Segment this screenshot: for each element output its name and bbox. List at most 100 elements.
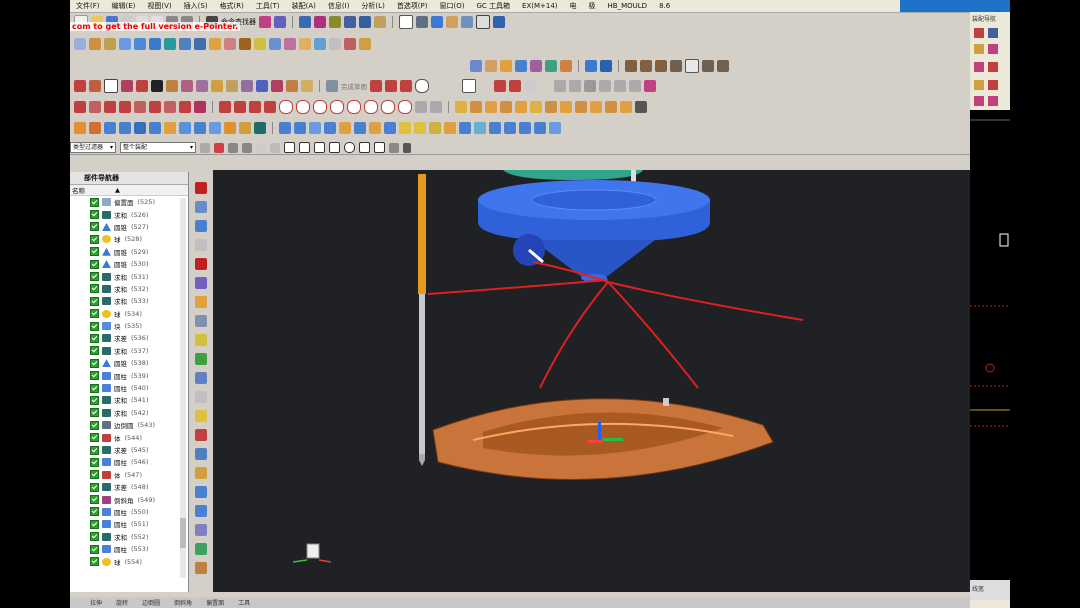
- feature-tree-row[interactable]: 求和 (526): [70, 208, 188, 220]
- visibility-checkbox[interactable]: [90, 259, 99, 269]
- feature-tree-row[interactable]: 求和 (537): [70, 345, 188, 357]
- visibility-checkbox[interactable]: [90, 507, 99, 517]
- status-tab[interactable]: 边倒圆: [142, 598, 160, 607]
- part-nav-icon[interactable]: [195, 220, 207, 232]
- process-studio-icon[interactable]: [195, 334, 207, 346]
- feature-tree-row[interactable]: 求和 (541): [70, 394, 188, 406]
- status-tab[interactable]: 旋转: [116, 598, 128, 607]
- check-icon[interactable]: [195, 353, 207, 365]
- feature-tree-row[interactable]: 边倒圆 (543): [70, 419, 188, 431]
- visibility-checkbox[interactable]: [90, 371, 99, 381]
- play-icon[interactable]: [344, 16, 356, 28]
- history-icon[interactable]: [195, 296, 207, 308]
- standard-parts-icon[interactable]: [195, 486, 207, 498]
- reuse-library-icon[interactable]: [195, 239, 207, 251]
- status-tab[interactable]: 偏置面: [206, 598, 224, 607]
- menu-item[interactable]: 文件(F): [70, 1, 106, 11]
- feature-tree-row[interactable]: 求差 (548): [70, 481, 188, 493]
- feature-tree-row[interactable]: 求差 (545): [70, 444, 188, 456]
- layer-icon[interactable]: [299, 16, 311, 28]
- menu-item[interactable]: 电: [564, 1, 583, 11]
- visibility-checkbox[interactable]: [90, 470, 99, 480]
- menu-item[interactable]: 窗口(O): [434, 1, 471, 11]
- visibility-checkbox[interactable]: [90, 346, 99, 356]
- visibility-checkbox[interactable]: [90, 272, 99, 282]
- visibility-checkbox[interactable]: [90, 445, 99, 455]
- feature-tree-row[interactable]: 倒斜角 (549): [70, 493, 188, 505]
- render-icon[interactable]: [461, 16, 473, 28]
- visibility-checkbox[interactable]: [90, 234, 99, 244]
- menu-item[interactable]: 8.6: [653, 2, 676, 10]
- feature-tree-row[interactable]: 球 (528): [70, 233, 188, 245]
- feature-tree-row[interactable]: 球 (554): [70, 555, 188, 567]
- visibility-checkbox[interactable]: [90, 222, 99, 232]
- visibility-checkbox[interactable]: [90, 408, 99, 418]
- menu-item[interactable]: 视图(V): [141, 1, 177, 11]
- status-tab[interactable]: 工具: [238, 598, 250, 607]
- scope-select[interactable]: 整个装配 ▾: [120, 142, 196, 153]
- navigator-scrollbar[interactable]: [180, 198, 186, 578]
- feature-tree-row[interactable]: 求差 (536): [70, 332, 188, 344]
- feature-tree-row[interactable]: 圆锥 (529): [70, 246, 188, 258]
- shading-icon[interactable]: [416, 16, 428, 28]
- visibility-checkbox[interactable]: [90, 457, 99, 467]
- feature-tree-row[interactable]: 求和 (542): [70, 407, 188, 419]
- visibility-checkbox[interactable]: [90, 557, 99, 567]
- visibility-checkbox[interactable]: [90, 482, 99, 492]
- move-icon[interactable]: [329, 16, 341, 28]
- feature-tree-row[interactable]: 球 (534): [70, 308, 188, 320]
- select-icon[interactable]: [259, 16, 271, 28]
- feature-tree-row[interactable]: 体 (547): [70, 469, 188, 481]
- right-panel-tab-2[interactable]: 线宽: [972, 584, 984, 593]
- feature-tree-row[interactable]: 求和 (532): [70, 283, 188, 295]
- menu-item[interactable]: 极: [583, 1, 602, 11]
- visibility-checkbox[interactable]: [90, 321, 99, 331]
- menu-item[interactable]: 首选项(P): [391, 1, 434, 11]
- feature-tree-row[interactable]: 圆柱 (540): [70, 382, 188, 394]
- cube-icon[interactable]: [431, 16, 443, 28]
- feature-tree-row[interactable]: 圆锥 (538): [70, 357, 188, 369]
- feature-tree-row[interactable]: 求和 (533): [70, 295, 188, 307]
- constraint-nav-icon[interactable]: [195, 201, 207, 213]
- menu-item[interactable]: 格式(R): [214, 1, 250, 11]
- web-browser-icon[interactable]: [195, 277, 207, 289]
- feature-tree-row[interactable]: 圆柱 (546): [70, 456, 188, 468]
- system-materials-icon[interactable]: [195, 315, 207, 327]
- system-scenes-icon[interactable]: [195, 410, 207, 422]
- right-panel-tab[interactable]: 装配导航: [972, 14, 1008, 25]
- menu-item[interactable]: 分析(L): [355, 1, 390, 11]
- visibility-checkbox[interactable]: [90, 420, 99, 430]
- menu-item[interactable]: GC 工具箱: [470, 1, 516, 11]
- menu-item[interactable]: 信息(I): [322, 1, 356, 11]
- status-tab[interactable]: 倒斜角: [174, 598, 192, 607]
- menu-item[interactable]: EX(M+14): [516, 2, 564, 10]
- roles-icon[interactable]: [195, 391, 207, 403]
- info-window-icon[interactable]: [195, 448, 207, 460]
- feature-tree-row[interactable]: 块 (535): [70, 320, 188, 332]
- menu-item[interactable]: HB_MOULD: [602, 2, 654, 10]
- snap-icon[interactable]: [274, 16, 286, 28]
- visibility-checkbox[interactable]: [90, 210, 99, 220]
- visibility-checkbox[interactable]: [90, 544, 99, 554]
- orient-icon[interactable]: [493, 16, 505, 28]
- wrench-icon[interactable]: [314, 16, 326, 28]
- type-filter-select[interactable]: 类型过滤器 ▾: [70, 142, 116, 153]
- menu-item[interactable]: 装配(A): [286, 1, 322, 11]
- visibility-checkbox[interactable]: [90, 395, 99, 405]
- menu-item[interactable]: 插入(S): [178, 1, 214, 11]
- pencil-icon[interactable]: [446, 16, 458, 28]
- visibility-checkbox[interactable]: [90, 383, 99, 393]
- feature-tree-row[interactable]: 偏置面 (525): [70, 196, 188, 208]
- palette-icon[interactable]: [195, 429, 207, 441]
- feature-tree-row[interactable]: 圆柱 (539): [70, 369, 188, 381]
- feature-tree-row[interactable]: 圆锥 (527): [70, 221, 188, 233]
- menu-item[interactable]: 编辑(E): [106, 1, 142, 11]
- view-box-icon[interactable]: [476, 15, 490, 29]
- ruler-icon[interactable]: [374, 16, 386, 28]
- assembly-nav-icon[interactable]: [195, 182, 207, 194]
- feature-tree-row[interactable]: 圆锥 (530): [70, 258, 188, 270]
- measure-icon[interactable]: [359, 16, 371, 28]
- tools-icon[interactable]: [195, 524, 207, 536]
- visibility-checkbox[interactable]: [90, 309, 99, 319]
- mold-tool-icon[interactable]: [195, 467, 207, 479]
